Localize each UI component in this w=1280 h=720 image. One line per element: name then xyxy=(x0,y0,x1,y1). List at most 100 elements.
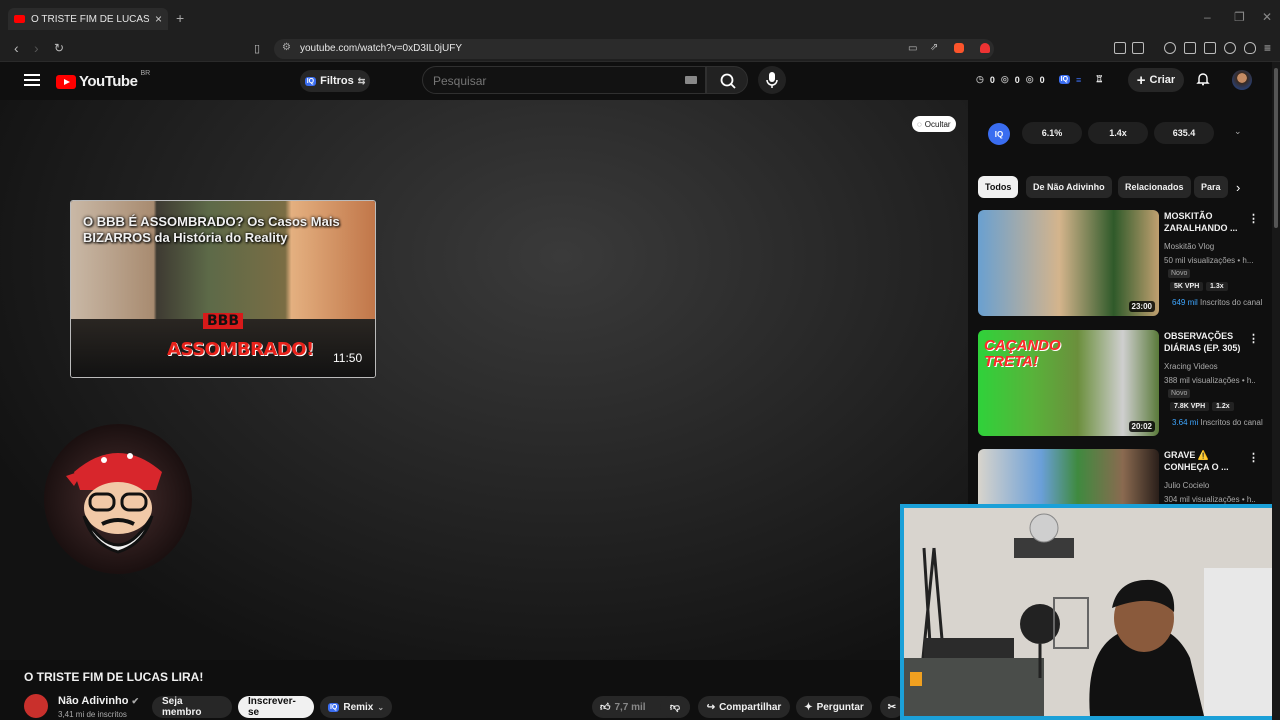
subs-count: 3.64 mi xyxy=(1172,418,1199,427)
wallet-icon[interactable] xyxy=(1204,42,1216,54)
country-code: BR xyxy=(140,70,151,77)
forward-icon[interactable]: › xyxy=(34,40,39,56)
create-button[interactable]: + Criar xyxy=(1128,68,1184,92)
new-tab-icon[interactable]: + xyxy=(176,10,184,26)
trophy-icon[interactable]: ♖ xyxy=(1095,74,1103,85)
rec-title[interactable]: GRAVE ⚠️ CONHEÇA O ... xyxy=(1164,449,1250,473)
scrollbar-thumb[interactable] xyxy=(1274,68,1278,228)
endscreen-channel-avatar[interactable] xyxy=(44,424,192,574)
channel-avatar[interactable] xyxy=(24,694,48,718)
window-close-icon[interactable]: ✕ xyxy=(1262,10,1272,24)
expand-chevron-icon[interactable]: ⌄ xyxy=(1234,126,1242,137)
vpn-icon[interactable] xyxy=(1244,42,1256,54)
tab-title: O TRISTE FIM DE LUCAS LIRA! - YouTube xyxy=(31,13,149,25)
sparkle-icon: ✦ xyxy=(804,701,813,713)
webcam-overlay xyxy=(900,504,1280,720)
share-page-icon[interactable]: ⇗ xyxy=(930,42,938,53)
subscribe-label: Inscrever-se xyxy=(248,696,296,718)
eye-icon: ◎ xyxy=(1000,74,1009,84)
search-button[interactable] xyxy=(706,66,748,94)
search-box[interactable] xyxy=(422,66,706,94)
filters-button[interactable]: IQ Filtros ⇆ xyxy=(300,70,370,92)
video-thumbnail[interactable]: 23:00 xyxy=(978,210,1159,316)
rec-channel[interactable]: Moskitão Vlog xyxy=(1164,242,1214,251)
rec-views: 304 mil visualizações • h... xyxy=(1164,495,1256,504)
iq-badge-icon[interactable]: IQ xyxy=(1058,75,1071,84)
close-tab-icon[interactable]: × xyxy=(155,12,162,26)
subs-count: 649 mil xyxy=(1172,298,1198,307)
join-label: Seja membro xyxy=(162,696,202,718)
browser-tab[interactable]: O TRISTE FIM DE LUCAS LIRA! - YouTube × xyxy=(8,8,168,30)
address-bar[interactable]: ⚙ youtube.com/watch?v=0xD3IL0jUFY ▭ ⇗ xyxy=(274,39,994,59)
share-button[interactable]: ↪ Compartilhar xyxy=(698,696,790,718)
chip-de-nao-adivinho[interactable]: De Não Adivinho xyxy=(1026,176,1112,198)
rec-channel[interactable]: Xracing Videos xyxy=(1164,362,1218,371)
endcard-bbb-text: BBB xyxy=(203,313,244,329)
rewards-icon[interactable] xyxy=(980,43,990,53)
extensions-icon[interactable] xyxy=(1114,42,1126,54)
back-icon[interactable]: ‹ xyxy=(14,40,19,56)
counter-2: 0 xyxy=(1014,74,1020,85)
user-avatar[interactable] xyxy=(1232,70,1252,90)
rec-title[interactable]: OBSERVAÇÕES DIÁRIAS (EP. 305) xyxy=(1164,330,1250,354)
ask-button[interactable]: ✦ Perguntar xyxy=(796,696,872,718)
more-options-icon[interactable]: ⋮ xyxy=(1248,332,1259,345)
thumbs-down-icon: 👎︎ xyxy=(669,702,681,713)
filters-label: Filtros xyxy=(320,75,354,87)
rec-channel[interactable]: Julio Cocielo xyxy=(1164,481,1209,490)
chip-para[interactable]: Para xyxy=(1194,176,1228,198)
remix-button[interactable]: IQ Remix ⌄ xyxy=(320,696,392,718)
menu-icon[interactable]: ≡ xyxy=(1264,41,1271,55)
counter-1: 0 xyxy=(989,74,995,85)
video-player[interactable] xyxy=(0,100,968,660)
chips-next-icon[interactable]: › xyxy=(1236,180,1240,195)
notifications-bell-icon[interactable] xyxy=(1196,72,1210,86)
chip-relacionados[interactable]: Relacionados xyxy=(1118,176,1191,198)
recommendation-item[interactable]: CAÇANDO TRETA! 20:02 OBSERVAÇÕES DIÁRIAS … xyxy=(978,330,1274,440)
cast-icon[interactable]: ▭ xyxy=(908,43,917,54)
voice-search-button[interactable] xyxy=(758,66,786,94)
subscribe-button[interactable]: Inscrever-se xyxy=(238,696,314,718)
minimize-icon[interactable]: – xyxy=(1204,10,1211,24)
music-icon[interactable] xyxy=(1164,42,1176,54)
join-button[interactable]: Seja membro xyxy=(152,696,232,718)
hamburger-menu-icon[interactable] xyxy=(24,74,40,86)
metric-3: 635.4 xyxy=(1154,122,1214,144)
rec-views: 50 mil visualizações • h... xyxy=(1164,256,1254,265)
more-options-icon[interactable]: ⋮ xyxy=(1248,451,1259,464)
endscreen-video-card[interactable]: O BBB É ASSOMBRADO? Os Casos Mais BIZARR… xyxy=(70,200,376,378)
youtube-header: YouTube BR IQ Filtros ⇆ ◷0 ◎0 ◎0 IQ ≡ ♖ … xyxy=(0,62,1270,100)
search-icon xyxy=(720,73,736,89)
chip-todos[interactable]: Todos xyxy=(978,176,1019,198)
eye-off-icon: ◌ xyxy=(917,119,922,129)
site-info-icon[interactable]: ⚙ xyxy=(282,42,291,53)
iq-metrics-bar: IQ 6.1% 1.4x 635.4 ⌄ xyxy=(988,120,1252,146)
restore-icon[interactable]: ❐ xyxy=(1234,10,1245,24)
brave-shield-icon[interactable] xyxy=(954,43,964,53)
list-icon[interactable]: ≡ xyxy=(1076,75,1081,85)
more-options-icon[interactable]: ⋮ xyxy=(1248,212,1259,225)
counters-group: ◷ 0 ◎ 0 ◎ 0 IQ ≡ ♖ xyxy=(976,74,1103,85)
keyboard-icon[interactable] xyxy=(685,76,697,84)
reload-icon[interactable]: ↻ xyxy=(54,41,64,55)
recommendation-item[interactable]: 23:00 MOSKITÃO ZARALHANDO ... ⋮ Moskitão… xyxy=(978,210,1274,320)
iq-logo-icon[interactable]: IQ xyxy=(988,123,1010,145)
filter-chips: Todos De Não Adivinho Relacionados Para xyxy=(978,176,1248,198)
sidebar-toggle-icon[interactable] xyxy=(1184,42,1196,54)
youtube-logo[interactable]: YouTube BR xyxy=(56,70,151,90)
iq-icon: IQ xyxy=(304,76,317,86)
search-input[interactable] xyxy=(433,74,673,88)
video-thumbnail[interactable]: CAÇANDO TRETA! 20:02 xyxy=(978,330,1159,436)
page-scrollbar[interactable] xyxy=(1272,62,1280,720)
bookmark-icon[interactable]: ▯ xyxy=(254,42,260,55)
rec-title[interactable]: MOSKITÃO ZARALHANDO ... xyxy=(1164,210,1250,234)
leo-icon[interactable] xyxy=(1224,42,1236,54)
hide-button[interactable]: ◌ Ocultar xyxy=(912,116,956,132)
endcard-assombrado-text: ASSOMBRADO! xyxy=(167,339,314,360)
channel-name[interactable]: Não Adivinho ✔ xyxy=(58,695,139,707)
extension-2-icon[interactable] xyxy=(1132,42,1144,54)
channel-subs: 3.64 mi Inscritos do canal xyxy=(1172,418,1263,427)
dislike-button[interactable]: 👎︎ xyxy=(660,696,690,718)
verified-icon: ✔ xyxy=(131,696,140,706)
sliders-icon: ⇆ xyxy=(357,75,366,86)
